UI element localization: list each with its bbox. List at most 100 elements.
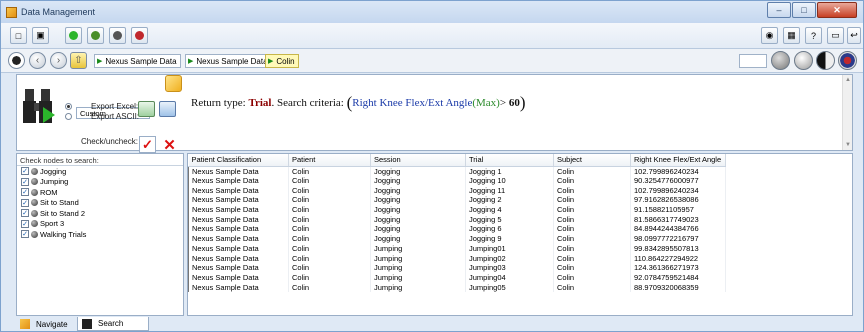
node-icon [31, 199, 38, 207]
column-header[interactable]: Subject [553, 154, 631, 167]
forward-icon[interactable]: › [50, 52, 67, 69]
table-row[interactable]: Nexus Sample Data Colin Jogging Jogging 6 Co… [188, 224, 726, 234]
close-paren: ) [519, 93, 526, 112]
breadcrumb-classification[interactable]: ▶ Nexus Sample Data [185, 54, 272, 68]
table-cell: 99.8342895507813 [630, 243, 726, 254]
node-icon [31, 209, 38, 217]
table-row[interactable]: Nexus Sample Data Colin Jogging Jogging 11 C… [188, 185, 726, 196]
new-icon[interactable]: □ [10, 27, 27, 44]
checkbox-checked-icon[interactable]: ✓ [21, 198, 29, 207]
tab-search[interactable]: Search [77, 317, 149, 331]
node-label: Jogging [40, 166, 67, 176]
node-item[interactable]: ✓ Walking Trials [17, 229, 183, 240]
node-label: Walking Trials [40, 229, 87, 239]
node-item[interactable]: ✓ Sit to Stand 2 [17, 208, 183, 219]
green-gear-icon[interactable] [87, 27, 104, 44]
node-icon [31, 220, 38, 228]
table-cell: Colin [553, 204, 631, 215]
node-item[interactable]: ✓ Jumping [17, 177, 183, 188]
table-cell: Nexus Sample Data [188, 175, 289, 186]
edit-criteria-icon[interactable] [165, 75, 182, 92]
window-icon[interactable]: ▭ [827, 27, 844, 44]
node-item[interactable]: ✓ Sport 3 [17, 219, 183, 230]
back-icon[interactable]: ‹ [29, 52, 46, 69]
grey-circle-icon[interactable] [771, 51, 790, 70]
table-row[interactable]: Nexus Sample Data Colin Jogging Jogging 10 C… [188, 175, 726, 186]
table-cell: Colin [288, 282, 371, 292]
checkbox-checked-icon[interactable]: ✓ [21, 177, 29, 186]
breadcrumb-patient[interactable]: ▶ Colin [265, 54, 299, 68]
checkbox-checked-icon[interactable]: ✓ [21, 167, 29, 176]
node-item[interactable]: ✓ Sit to Stand [17, 198, 183, 209]
check-all-button[interactable]: ✓ [139, 136, 156, 153]
exit-icon[interactable]: ↩ [847, 27, 861, 44]
checkbox-checked-icon[interactable]: ✓ [21, 230, 29, 239]
table-cell: Jogging [370, 204, 466, 215]
node-label: Sit to Stand [40, 198, 79, 208]
table-cell: Colin [288, 195, 371, 205]
navigation-input[interactable] [739, 54, 767, 68]
column-header[interactable]: Right Knee Flex/Ext Angle [630, 154, 726, 167]
table-row[interactable]: Nexus Sample Data Colin Jumping Jumping02 Co… [188, 253, 726, 263]
column-header[interactable]: Patient [288, 154, 371, 167]
close-button[interactable]: ✕ [817, 2, 857, 18]
column-header[interactable]: Session [370, 154, 466, 167]
table-row[interactable]: Nexus Sample Data Colin Jumping Jumping03 Co… [188, 262, 726, 273]
table-cell: Colin [553, 224, 631, 234]
table-row[interactable]: Nexus Sample Data Colin Jogging Jogging 1 Co… [188, 166, 726, 176]
criteria-field[interactable]: Right Knee Flex/Ext Angle [352, 97, 472, 109]
export-ascii-icon[interactable] [159, 101, 176, 117]
minimize-button[interactable]: – [767, 2, 791, 18]
grey-node-icon[interactable] [109, 27, 126, 44]
breadcrumb-root[interactable]: ▶ Nexus Sample Data [94, 54, 181, 68]
table-row[interactable]: Nexus Sample Data Colin Jogging Jogging 4 Co… [188, 204, 726, 215]
scroll-down-icon[interactable]: ▼ [845, 142, 851, 148]
uncheck-all-button[interactable]: ✕ [161, 136, 178, 154]
column-header[interactable]: Patient Classification [188, 154, 289, 167]
red-node-icon[interactable] [131, 27, 148, 44]
bottom-tabs: Navigate Search [16, 317, 316, 331]
table-cell: Colin [553, 253, 631, 263]
up-folder-icon[interactable]: ⇧ [70, 52, 87, 69]
table-row[interactable]: Nexus Sample Data Colin Jumping Jumping05 Co… [188, 282, 726, 292]
export-excel-label: Export Excel: [91, 102, 139, 111]
scroll-up-icon[interactable]: ▲ [845, 77, 851, 83]
table-cell: Jogging 10 [465, 175, 554, 186]
search-panel-scrollbar[interactable]: ▲ ▼ [842, 75, 852, 150]
table-cell: Colin [553, 214, 631, 225]
column-header[interactable]: Trial [465, 154, 554, 167]
table-cell: Jogging [370, 224, 466, 234]
table-row[interactable]: Nexus Sample Data Colin Jogging Jogging 5 Co… [188, 214, 726, 225]
table-cell: Nexus Sample Data [188, 185, 289, 196]
record-icon[interactable] [8, 52, 25, 69]
criteria-value: 60 [508, 97, 520, 109]
binoculars-icon[interactable]: ◉ [761, 27, 778, 44]
export-excel-icon[interactable] [138, 101, 155, 117]
table-cell: Colin [288, 175, 371, 186]
report-icon[interactable]: ▦ [783, 27, 800, 44]
window-title: Data Management [21, 7, 96, 17]
green-status-icon[interactable] [65, 27, 82, 44]
tab-navigate[interactable]: Navigate [16, 317, 76, 331]
table-cell: Nexus Sample Data [188, 282, 289, 292]
table-cell: Colin [553, 262, 631, 273]
open-folder-icon[interactable]: ▣ [32, 27, 49, 44]
export-excel-radio[interactable] [65, 103, 72, 110]
table-cell: Colin [288, 214, 371, 225]
settings-circle-icon[interactable] [794, 51, 813, 70]
table-row[interactable]: Nexus Sample Data Colin Jumping Jumping01 Co… [188, 243, 726, 254]
table-row[interactable]: Nexus Sample Data Colin Jogging Jogging 2 Co… [188, 195, 726, 205]
table-row[interactable]: Nexus Sample Data Colin Jogging Jogging 9 Co… [188, 233, 726, 244]
node-item[interactable]: ✓ ROM [17, 187, 183, 198]
export-ascii-radio[interactable] [65, 113, 72, 120]
checkbox-checked-icon[interactable]: ✓ [21, 209, 29, 218]
target-icon[interactable] [838, 51, 857, 70]
node-item[interactable]: ✓ Jogging [17, 166, 183, 177]
maximize-button[interactable]: □ [792, 2, 816, 18]
checkbox-checked-icon[interactable]: ✓ [21, 188, 29, 197]
contrast-icon[interactable] [816, 51, 835, 70]
table-cell: Jumping [370, 262, 466, 273]
checkbox-checked-icon[interactable]: ✓ [21, 219, 29, 228]
table-row[interactable]: Nexus Sample Data Colin Jumping Jumping04 Co… [188, 272, 726, 283]
help-icon[interactable]: ? [805, 27, 822, 44]
